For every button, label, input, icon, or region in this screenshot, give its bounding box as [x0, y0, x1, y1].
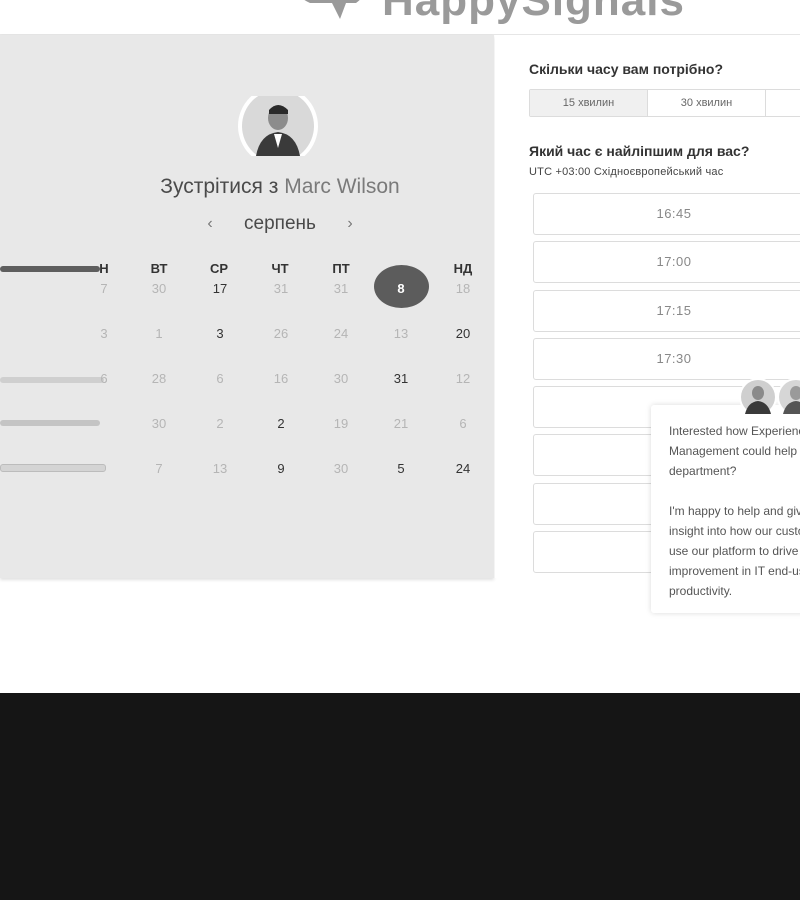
calendar-day[interactable]: 7 [139, 461, 179, 476]
weekday-thu: ЧТ [271, 261, 289, 276]
calendar-day[interactable]: 6 [200, 371, 240, 386]
calendar-day[interactable]: 5 [381, 461, 421, 476]
calendar-day[interactable]: 2 [261, 416, 301, 431]
calendar-day[interactable]: 6 [443, 416, 483, 431]
calendar-day[interactable]: 21 [381, 416, 421, 431]
calendar-panel: Зустрітися з Marc Wilson ‹ серпень › Н В… [0, 35, 494, 578]
calendar-day[interactable]: 30 [139, 416, 179, 431]
decorative-bar [0, 464, 106, 472]
calendar-day[interactable]: 31 [261, 281, 301, 296]
happysignals-logo[interactable]: HappySignals [290, 0, 685, 26]
duration-question: Скільки часу вам потрібно? [529, 61, 724, 77]
host-name: Marc Wilson [284, 175, 400, 198]
calendar-day[interactable]: 30 [321, 461, 361, 476]
calendar-day[interactable]: 20 [443, 326, 483, 341]
month-navigation: ‹ серпень › [200, 211, 360, 237]
chat-popup[interactable]: Interested how Experience Management cou… [651, 405, 800, 613]
weekday-wed: СР [209, 261, 229, 276]
calendar-day[interactable]: 1 [139, 326, 179, 341]
calendar-day[interactable]: 26 [261, 326, 301, 341]
calendar-day[interactable]: 24 [321, 326, 361, 341]
prev-month-icon[interactable]: ‹ [200, 215, 220, 233]
duration-option-15[interactable]: 15 хвилин [530, 90, 648, 116]
chat-agent-avatar[interactable] [735, 378, 781, 416]
calendar-day[interactable]: 13 [200, 461, 240, 476]
month-label: серпень [244, 213, 316, 234]
weekday-fri: ПТ [332, 261, 350, 276]
duration-option-more[interactable] [766, 90, 800, 116]
weekday-sun: НД [453, 261, 473, 276]
calendar-day-selected[interactable]: 8 [381, 281, 421, 296]
calendar-day[interactable]: 16 [261, 371, 301, 386]
meeting-title-prefix: Зустрітися з [160, 175, 279, 198]
calendar-day[interactable]: 3 [84, 326, 124, 341]
calendar-day[interactable]: 30 [139, 281, 179, 296]
calendar-day[interactable]: 6 [84, 371, 124, 386]
duration-selector: 15 хвилин 30 хвилин [529, 89, 800, 117]
next-month-icon[interactable]: › [340, 215, 360, 233]
weekday-tue: ВТ [150, 261, 168, 276]
calendar-day[interactable]: 18 [443, 281, 483, 296]
calendar-day[interactable]: 19 [321, 416, 361, 431]
chat-agent-avatar[interactable] [776, 378, 800, 416]
meeting-title: Зустрітися з Marc Wilson [0, 175, 494, 199]
chat-message: Interested how Experience Management cou… [669, 424, 800, 598]
decorative-bar [0, 420, 100, 426]
calendar-day[interactable]: 28 [139, 371, 179, 386]
page-footer [0, 693, 800, 900]
time-slot[interactable]: 17:30 [533, 338, 800, 380]
calendar-day[interactable]: 7 [84, 281, 124, 296]
time-question: Який час є найліпшим для вас? [529, 143, 750, 159]
calendar-day[interactable]: 17 [200, 281, 240, 296]
calendar-day[interactable]: 9 [261, 461, 301, 476]
calendar-day[interactable]: 12 [443, 371, 483, 386]
calendar-day[interactable]: 24 [443, 461, 483, 476]
calendar-day[interactable]: 30 [321, 371, 361, 386]
speech-bubble-icon [290, 0, 370, 23]
calendar-day[interactable]: 3 [200, 326, 240, 341]
logo-text: HappySignals [382, 0, 685, 25]
calendar-day[interactable]: 2 [200, 416, 240, 431]
host-avatar [238, 86, 318, 166]
calendar-day[interactable]: 31 [381, 371, 421, 386]
duration-option-30[interactable]: 30 хвилин [648, 90, 766, 116]
time-slot[interactable]: 17:00 [533, 241, 800, 283]
weekday-partial: Н [99, 261, 109, 276]
time-slot[interactable]: 16:45 [533, 193, 800, 235]
site-header: HappySignals [0, 0, 800, 35]
calendar-day[interactable]: 31 [321, 281, 361, 296]
time-slot[interactable]: 17:15 [533, 290, 800, 332]
timezone-label[interactable]: UTC +03:00 Східноєвропейський час [529, 166, 723, 178]
calendar-day[interactable]: 13 [381, 326, 421, 341]
